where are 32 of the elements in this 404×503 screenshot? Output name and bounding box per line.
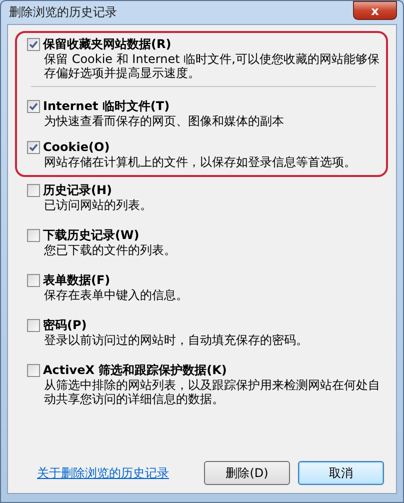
option-description: 网站存储在计算机上的文件，以保存如登录信息等首选项。: [43, 155, 357, 169]
option-description: 登录以前访问过的网站时，自动填充保存的密码。: [43, 333, 309, 347]
checkmark-icon: [29, 143, 38, 152]
checkmark-icon: [29, 40, 38, 49]
option-label[interactable]: Cookie(O): [43, 140, 110, 155]
option-description: 保留 Cookie 和 Internet 临时文件,可以使您收藏的网站能够保存偏好选项并提高显示速度。: [43, 52, 380, 80]
checkbox[interactable]: [27, 274, 40, 287]
checkbox[interactable]: [27, 141, 40, 154]
option-description: 为快速查看而保存的网页、图像和媒体的副本: [43, 114, 285, 128]
option-label[interactable]: ActiveX 筛选和跟踪保护数据(K): [43, 363, 227, 378]
option-label[interactable]: 密码(P): [43, 318, 87, 333]
close-button[interactable]: x: [353, 1, 397, 20]
checkbox[interactable]: [27, 364, 40, 377]
checkbox[interactable]: [27, 184, 40, 197]
option-description: 您已下载的文件的列表。: [43, 243, 177, 257]
option-label[interactable]: 表单数据(F): [43, 273, 110, 288]
checkbox[interactable]: [27, 38, 40, 51]
option-label[interactable]: Internet 临时文件(T): [43, 99, 170, 114]
checkbox[interactable]: [27, 100, 40, 113]
option-description: 保存在表单中键入的信息。: [43, 288, 189, 302]
option-label[interactable]: 下载历史记录(W): [43, 228, 140, 243]
window-title: 删除浏览的历史记录: [8, 4, 117, 21]
option-label[interactable]: 历史记录(H): [43, 183, 112, 198]
option-label[interactable]: 保留收藏夹网站数据(R): [43, 37, 172, 52]
checkmark-icon: [29, 102, 38, 111]
checkbox[interactable]: [27, 319, 40, 332]
help-link[interactable]: 关于删除浏览的历史记录: [37, 464, 169, 482]
delete-button[interactable]: 删除(D): [204, 461, 290, 485]
cancel-button[interactable]: 取消: [298, 461, 384, 485]
option-description: 已访问网站的列表。: [43, 198, 153, 212]
checkbox[interactable]: [27, 229, 40, 242]
option-description: 从筛选中排除的网站列表，以及跟踪保护用来检测网站在何处自动共享您访问的详细信息的数据。: [43, 378, 380, 406]
